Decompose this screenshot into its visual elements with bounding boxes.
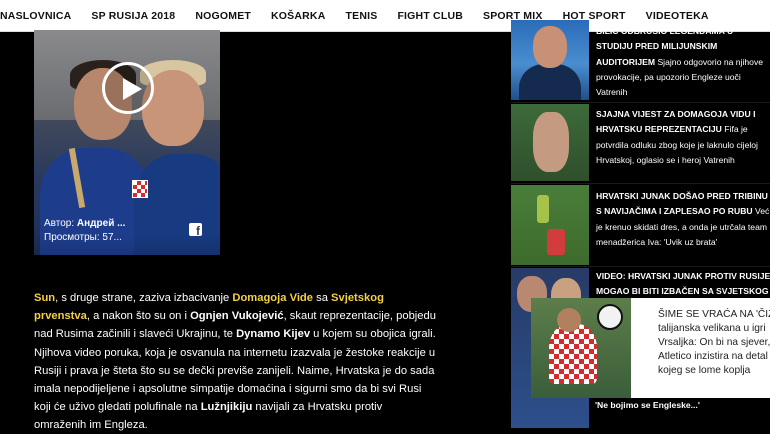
popup-line: talijanska velikana u igri [658, 323, 766, 334]
divider [511, 102, 770, 103]
news-item[interactable]: BILIĆ ODBRUSIO LEGENDAMA U STUDIJU PRED … [511, 20, 770, 100]
video-author: Автор: Андрей ... [44, 218, 125, 229]
thumb-figure [549, 324, 597, 384]
article-text: , s druge strane, zaziva izbacivanje [55, 292, 233, 304]
news-thumbnail[interactable] [511, 185, 589, 265]
article-text: sa [313, 292, 332, 304]
thumb-figure [557, 308, 581, 332]
popup-line: ŠIME SE VRAĆA NA 'ČIZM [658, 309, 770, 320]
popup-thumbnail[interactable] [531, 298, 631, 398]
video-player[interactable]: Автор: Андрей ... Просмотры: 57... f [34, 30, 220, 255]
thumb-figure [533, 26, 567, 68]
thumb-figure [547, 229, 565, 255]
video-views-label: Просмотры: [44, 232, 100, 243]
divider [511, 266, 770, 267]
facebook-icon[interactable]: f [189, 223, 202, 237]
popup-line: Atletico inzistira na detal [658, 351, 768, 362]
thumb-figure [533, 112, 569, 172]
thumb-figure [519, 64, 581, 100]
page: NASLOVNICA SP RUSIJA 2018 NOGOMET KOŠARK… [0, 0, 770, 434]
article-link[interactable]: Domagoja Vide [232, 292, 313, 304]
news-headline[interactable]: VIDEO: HRVATSKI JUNAK PROTIV RUSIJE MOGA… [596, 269, 770, 300]
video-views-value: 57... [102, 232, 122, 243]
article-body: Sun, s druge strane, zaziva izbacivanje … [34, 289, 436, 434]
news-thumbnail[interactable] [511, 20, 589, 100]
video-author-label: Автор: [44, 218, 75, 229]
video-views: Просмотры: 57... [44, 232, 122, 243]
nav-item-kosarka[interactable]: KOŠARKA [261, 0, 336, 32]
news-title: HRVATSKI JUNAK DOŠAO PRED TRIBINU S NAVI… [596, 191, 768, 217]
popup-line: kojeg se lome koplja [658, 365, 751, 376]
bottom-headline[interactable]: 'Ne bojimo se Engleske...' [595, 400, 700, 410]
nav-item-naslovnica[interactable]: NASLOVNICA [0, 0, 81, 32]
nav-item-tenis[interactable]: TENIS [336, 0, 388, 32]
popup-news-card[interactable]: ŠIME SE VRAĆA NA 'ČIZM talijanska velika… [531, 298, 770, 398]
news-headline[interactable]: BILIĆ ODBRUSIO LEGENDAMA U STUDIJU PRED … [596, 24, 770, 100]
news-item[interactable]: HRVATSKI JUNAK DOŠAO PRED TRIBINU S NAVI… [511, 185, 770, 265]
article-bold: Dynamo Kijev [236, 328, 311, 341]
article-link[interactable]: Sun [34, 292, 55, 304]
play-button[interactable] [102, 62, 154, 114]
article-text: , a nakon što su on i [86, 310, 191, 323]
football-icon [597, 304, 623, 330]
popup-line: Vrsaljka: On bi na sjever, [658, 337, 770, 348]
article-bold: Ognjen Vukojević [190, 310, 284, 323]
nav-item-sp-rusija-2018[interactable]: SP RUSIJA 2018 [81, 0, 185, 32]
news-title: VIDEO: HRVATSKI JUNAK PROTIV RUSIJE MOGA… [596, 271, 770, 297]
divider [511, 183, 770, 184]
thumb-figure [537, 195, 549, 223]
article-bold: Lužnjikiju [200, 401, 253, 414]
play-icon [123, 78, 142, 100]
news-headline[interactable]: HRVATSKI JUNAK DOŠAO PRED TRIBINU S NAVI… [596, 189, 770, 250]
nav-item-nogomet[interactable]: NOGOMET [185, 0, 261, 32]
news-headline[interactable]: SJAJNA VIJEST ZA DOMAGOJA VIDU I HRVATSK… [596, 107, 770, 168]
news-item[interactable]: SJAJNA VIJEST ZA DOMAGOJA VIDU I HRVATSK… [511, 104, 770, 181]
video-author-name[interactable]: Андрей ... [77, 218, 126, 229]
popup-headline[interactable]: ŠIME SE VRAĆA NA 'ČIZM talijanska velika… [658, 308, 770, 378]
croatia-crest [132, 180, 148, 198]
news-thumbnail[interactable] [511, 104, 589, 181]
nav-item-fight-club[interactable]: FIGHT CLUB [387, 0, 473, 32]
